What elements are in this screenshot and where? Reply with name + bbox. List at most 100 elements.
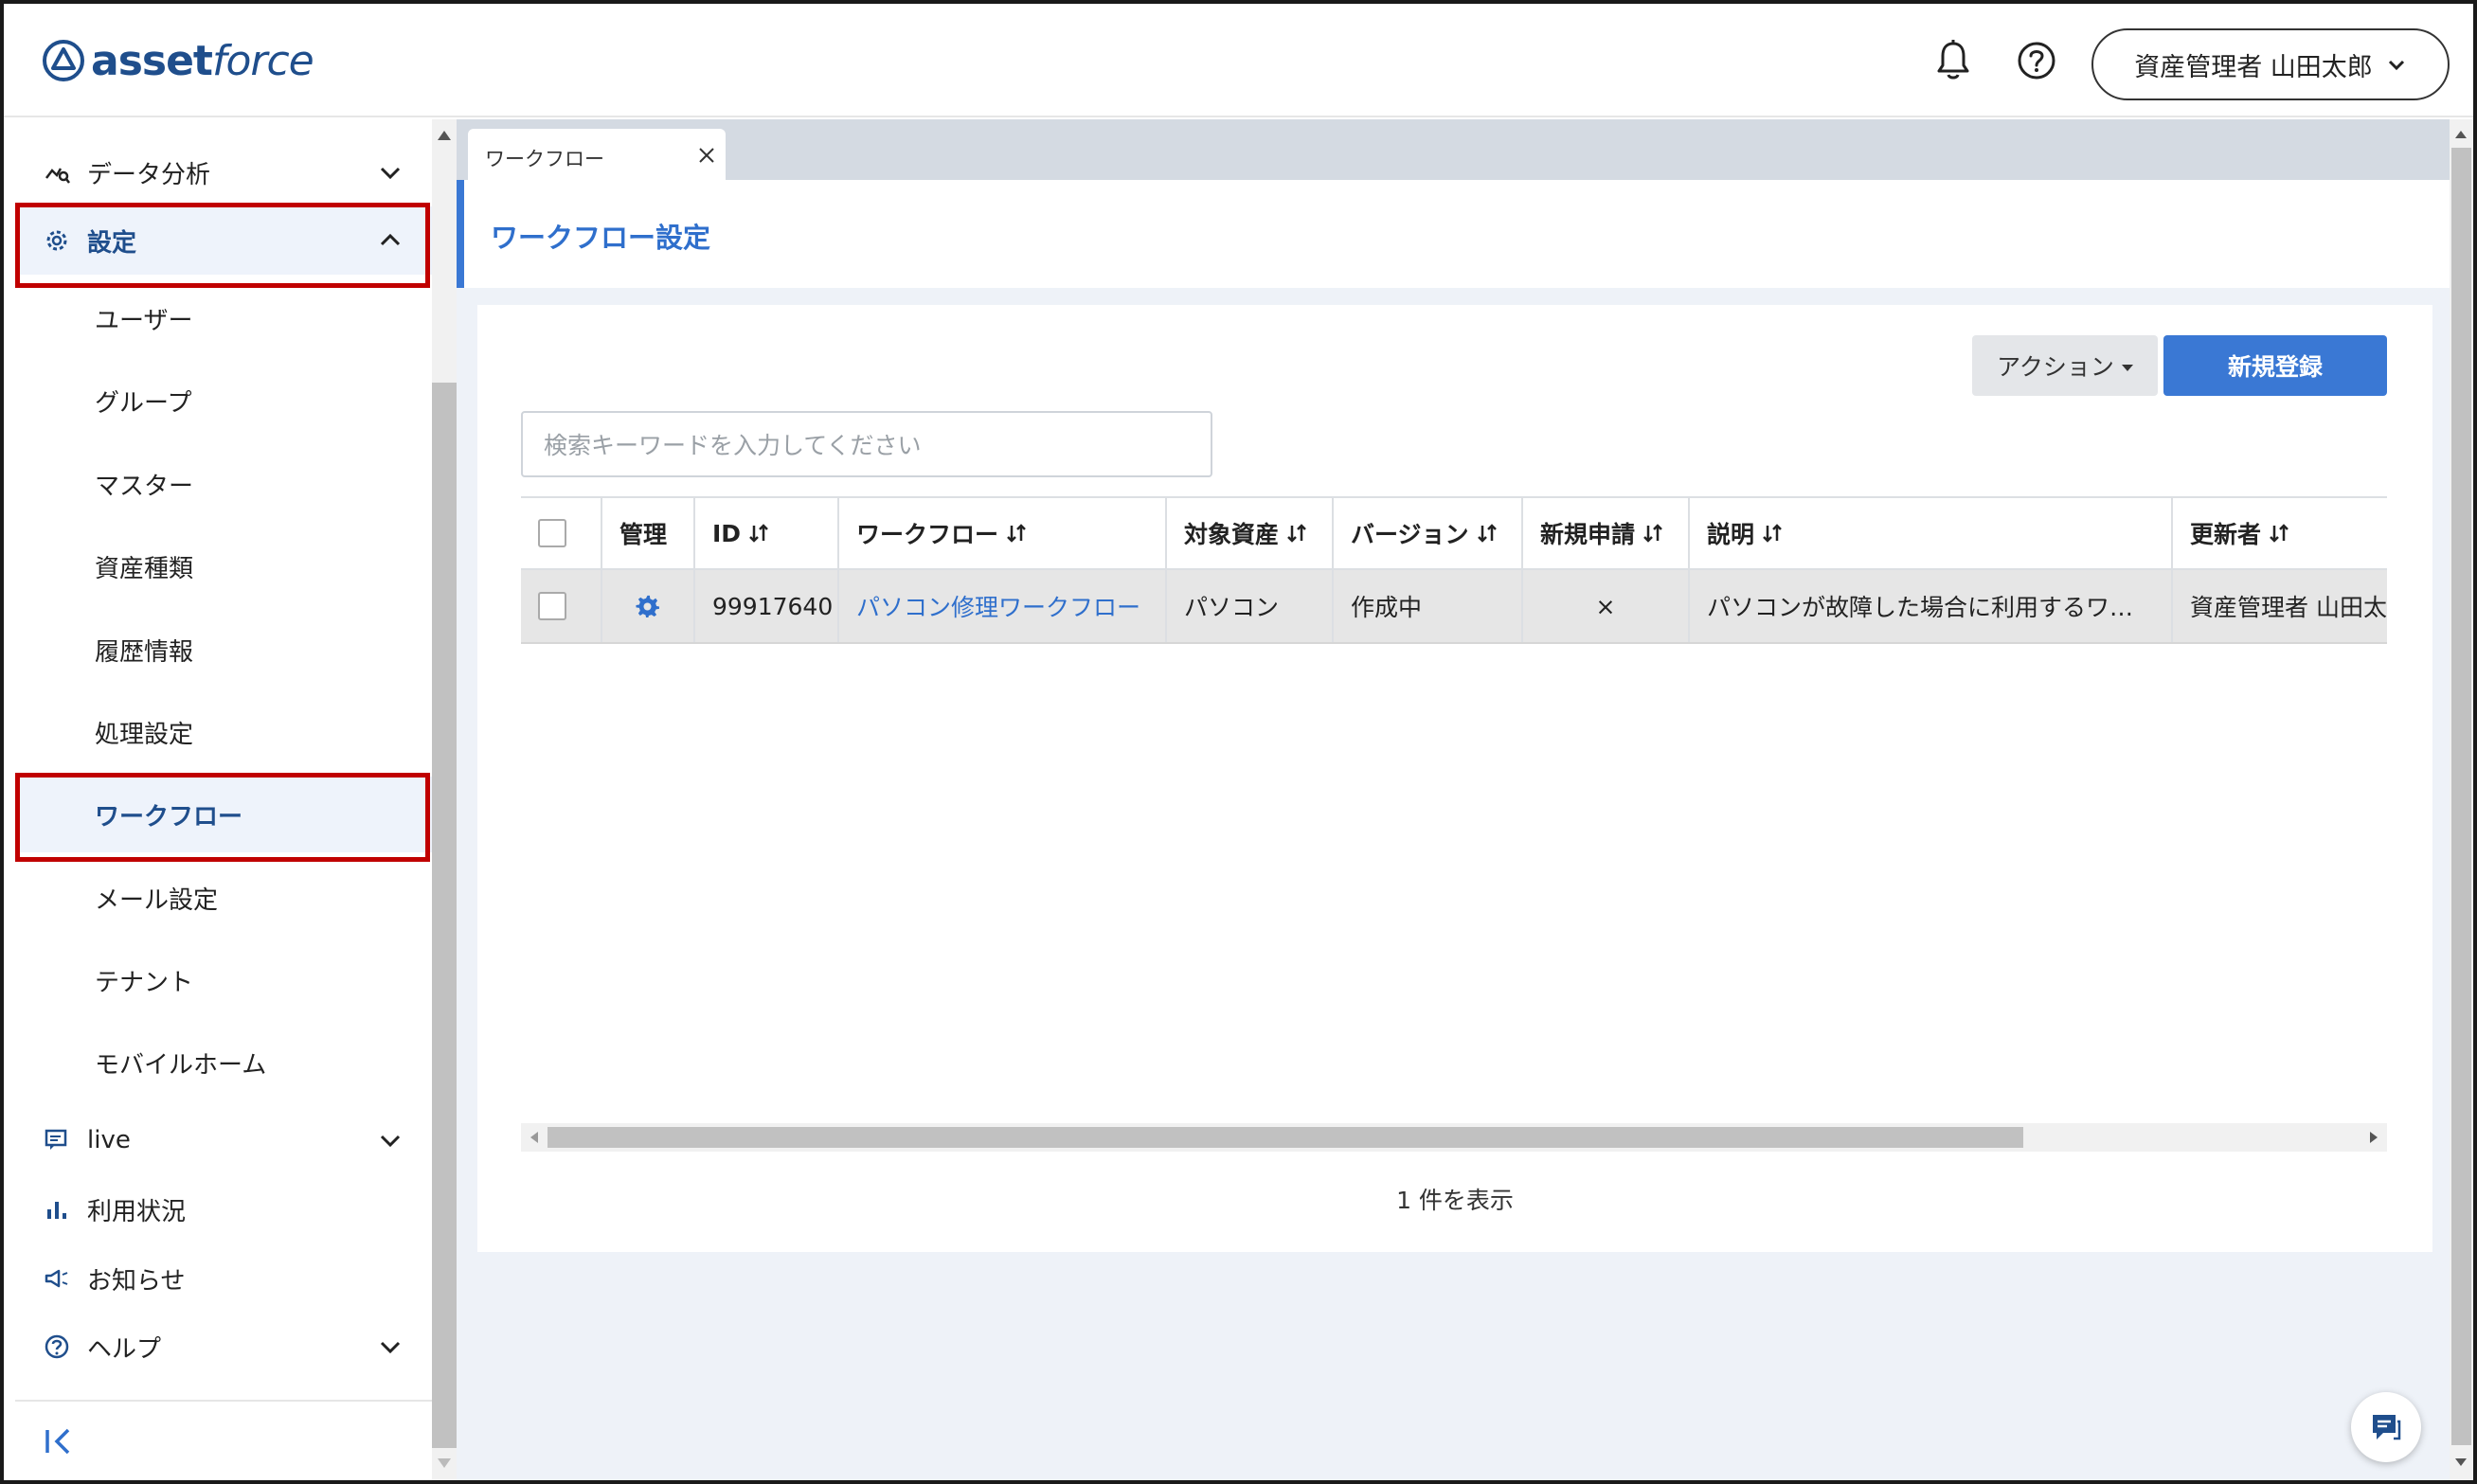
sidebar-item-notice[interactable]: お知らせ bbox=[15, 1244, 432, 1313]
sidebar-scrollbar-thumb[interactable] bbox=[432, 383, 457, 1448]
app-logo[interactable]: assetforce bbox=[42, 34, 314, 87]
sort-icon[interactable] bbox=[1286, 523, 1307, 544]
scroll-up-arrow-icon[interactable] bbox=[438, 131, 451, 140]
top-header: assetforce 資産管理者 山田太郎 bbox=[4, 4, 2473, 117]
scroll-left-arrow-icon[interactable] bbox=[530, 1132, 538, 1143]
sidebar-item-label: データ分析 bbox=[87, 160, 211, 189]
sort-icon[interactable] bbox=[1006, 523, 1027, 544]
sidebar-item-label: ユーザー bbox=[95, 306, 193, 335]
chat-icon bbox=[45, 1129, 67, 1150]
sidebar-item-label: 処理設定 bbox=[95, 720, 194, 749]
sort-icon[interactable] bbox=[1762, 523, 1783, 544]
row-checkbox[interactable] bbox=[538, 592, 566, 620]
sidebar-item-label: 資産種類 bbox=[95, 554, 194, 583]
select-all-checkbox[interactable] bbox=[538, 519, 566, 547]
column-header-target-asset[interactable]: 対象資産 bbox=[1165, 498, 1332, 568]
column-header-manage: 管理 bbox=[601, 498, 693, 568]
sidebar-item-label: テナント bbox=[95, 968, 194, 997]
chevron-down-icon bbox=[380, 1341, 401, 1354]
sidebar-item-mail-settings[interactable]: メール設定 bbox=[15, 860, 432, 936]
bar-chart-icon bbox=[47, 1202, 66, 1219]
action-button-label: アクション bbox=[1997, 353, 2114, 381]
sort-icon[interactable] bbox=[1477, 523, 1498, 544]
table-header: 管理 ID ワークフロー 対象資産 バージョン 新規申請 説明 更新者 bbox=[521, 496, 2387, 570]
sidebar-item-label: お知らせ bbox=[87, 1266, 186, 1296]
sidebar-item-label: 履歴情報 bbox=[95, 637, 194, 667]
search-input[interactable]: 検索キーワードを入力してください bbox=[521, 411, 1212, 477]
sidebar-item-label: モバイルホーム bbox=[95, 1050, 267, 1080]
description-cell: パソコンが故障した場合に利用するワ… bbox=[1688, 570, 2171, 642]
column-header-new-application[interactable]: 新規申請 bbox=[1521, 498, 1688, 568]
sidebar-item-users[interactable]: ユーザー bbox=[15, 280, 432, 356]
column-header-description[interactable]: 説明 bbox=[1688, 498, 2171, 568]
megaphone-icon bbox=[45, 1269, 68, 1288]
scroll-up-arrow-icon[interactable] bbox=[2455, 131, 2467, 138]
page-title: ワークフロー設定 bbox=[491, 222, 711, 254]
sidebar-item-asset-types[interactable]: 資産種類 bbox=[15, 528, 432, 604]
help-icon[interactable] bbox=[2016, 40, 2057, 81]
sidebar-item-tenant[interactable]: テナント bbox=[15, 942, 432, 1018]
chevron-up-icon bbox=[380, 233, 401, 246]
column-header-version[interactable]: バージョン bbox=[1332, 498, 1521, 568]
bell-icon[interactable] bbox=[1932, 38, 1974, 83]
workflow-name-link[interactable]: パソコン修理ワークフロー bbox=[837, 570, 1165, 642]
sidebar-item-mobile-home[interactable]: モバイルホーム bbox=[15, 1025, 432, 1100]
gear-icon bbox=[46, 230, 67, 251]
column-header-workflow[interactable]: ワークフロー bbox=[837, 498, 1165, 568]
chevron-down-icon bbox=[380, 167, 401, 180]
column-header-id[interactable]: ID bbox=[693, 498, 837, 568]
main-content: ワークフロー ワークフロー設定 アクション 新規登録 検索キーワードを入力してく… bbox=[457, 119, 2450, 1480]
column-header-updated-by[interactable]: 更新者 bbox=[2171, 498, 2387, 568]
sidebar-item-label: ワークフロー bbox=[95, 802, 243, 831]
updated-by-cell: 資産管理者 山田太 bbox=[2171, 570, 2387, 642]
tab-workflow[interactable]: ワークフロー bbox=[468, 129, 726, 180]
analytics-icon bbox=[45, 168, 70, 184]
new-register-button[interactable]: 新規登録 bbox=[2163, 335, 2387, 396]
sidebar-divider bbox=[15, 1400, 432, 1402]
logo-icon bbox=[43, 40, 84, 81]
sidebar-item-data-analysis[interactable]: データ分析 bbox=[15, 138, 432, 206]
sidebar-item-label: グループ bbox=[95, 388, 192, 418]
sidebar-item-settings[interactable]: 設定 bbox=[15, 206, 432, 275]
sidebar-item-groups[interactable]: グループ bbox=[15, 363, 432, 438]
sidebar-item-help[interactable]: ヘルプ bbox=[15, 1313, 432, 1381]
sidebar-item-label: 設定 bbox=[87, 228, 137, 258]
help-icon bbox=[45, 1334, 69, 1359]
sidebar-item-master[interactable]: マスター bbox=[15, 446, 432, 522]
table-scrollbar-thumb[interactable] bbox=[547, 1127, 2023, 1148]
target-asset-cell: パソコン bbox=[1165, 570, 1332, 642]
sort-icon[interactable] bbox=[748, 523, 769, 544]
tab-label: ワークフロー bbox=[485, 148, 604, 170]
workflow-table: 管理 ID ワークフロー 対象資産 バージョン 新規申請 説明 更新者 9991… bbox=[521, 496, 2387, 657]
table-horizontal-scrollbar[interactable] bbox=[521, 1123, 2387, 1152]
chat-support-button[interactable] bbox=[2351, 1392, 2421, 1462]
row-select-cell bbox=[521, 570, 601, 642]
close-icon[interactable] bbox=[697, 146, 716, 165]
sidebar-item-label: メール設定 bbox=[95, 885, 219, 915]
sidebar-item-label: 利用状況 bbox=[87, 1197, 187, 1226]
sidebar-item-process-settings[interactable]: 処理設定 bbox=[15, 694, 432, 770]
table-row[interactable]: 99917640 パソコン修理ワークフロー パソコン 作成中 × パソコンが故障… bbox=[521, 570, 2387, 644]
sidebar-item-history[interactable]: 履歴情報 bbox=[15, 612, 432, 688]
sort-icon[interactable] bbox=[1642, 523, 1663, 544]
collapse-sidebar-icon[interactable] bbox=[42, 1424, 76, 1458]
page-header: ワークフロー設定 bbox=[457, 180, 2450, 288]
sidebar-item-label: live bbox=[87, 1126, 131, 1154]
gear-icon[interactable] bbox=[636, 594, 660, 618]
page-scrollbar-thumb[interactable] bbox=[2451, 148, 2471, 1445]
logo-text: assetforce bbox=[91, 36, 314, 85]
search-placeholder: 検索キーワードを入力してください bbox=[544, 432, 922, 459]
manage-cell bbox=[601, 570, 693, 642]
sidebar-item-label: マスター bbox=[95, 472, 194, 501]
scroll-down-arrow-icon[interactable] bbox=[2455, 1458, 2467, 1466]
sidebar-item-workflow[interactable]: ワークフロー bbox=[15, 777, 432, 852]
sort-icon[interactable] bbox=[2269, 523, 2289, 544]
new-application-cell: × bbox=[1521, 570, 1688, 642]
app-window: assetforce 資産管理者 山田太郎 データ分析 設定 ユーザー グループ… bbox=[0, 0, 2477, 1484]
sidebar-item-live[interactable]: live bbox=[15, 1106, 432, 1174]
user-menu-button[interactable]: 資産管理者 山田太郎 bbox=[2091, 28, 2450, 100]
sidebar-item-usage[interactable]: 利用状況 bbox=[15, 1175, 432, 1243]
scroll-down-arrow-icon[interactable] bbox=[438, 1458, 451, 1468]
action-dropdown-button[interactable]: アクション bbox=[1972, 335, 2158, 396]
scroll-right-arrow-icon[interactable] bbox=[2370, 1132, 2378, 1143]
